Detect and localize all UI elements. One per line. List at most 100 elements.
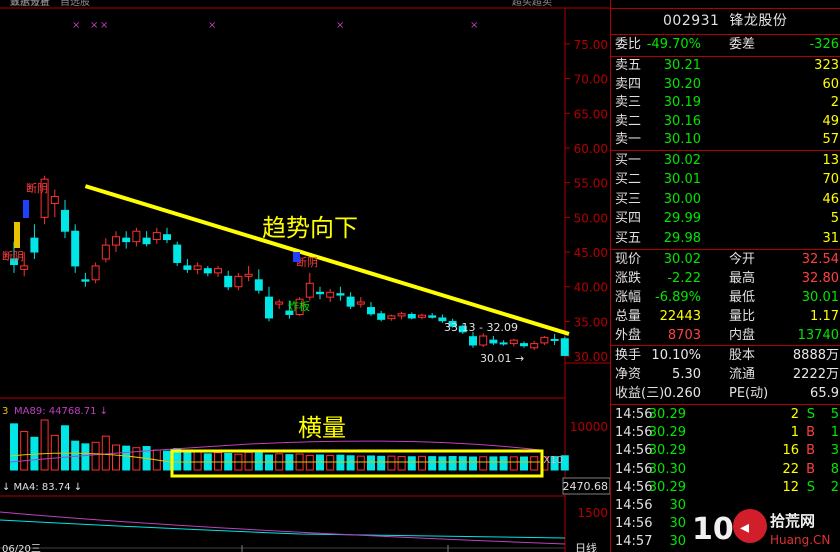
volume-bar	[40, 419, 49, 471]
quote-label: 最低	[729, 290, 756, 305]
event-marker: ×	[90, 20, 98, 31]
level-volume: 13	[822, 153, 839, 168]
price-tick-label: 55.00	[574, 177, 608, 191]
level-volume: 5	[830, 211, 839, 227]
vol-axis-x10: X10	[543, 455, 563, 466]
candle-body	[50, 196, 59, 204]
candle-body	[173, 244, 182, 263]
finance-row: 净资 5.30 流通 2222万	[611, 366, 840, 384]
candle-body	[81, 279, 90, 282]
candle-body	[560, 338, 569, 356]
level-volume: 2	[830, 95, 839, 111]
price-tick-label: 45.00	[574, 246, 608, 260]
tick-time: 14:56	[615, 443, 653, 459]
price-tick-label: 75.00	[574, 38, 608, 52]
volume-bar	[183, 451, 192, 471]
volume-bar	[214, 452, 222, 471]
volume-bar	[438, 456, 447, 471]
vol-axis-mid: 2470.68	[563, 480, 609, 493]
price-tick-label: 60.00	[574, 142, 608, 156]
tick-volume: 1	[790, 425, 799, 441]
volume-bar	[530, 456, 539, 471]
volume-bar	[479, 456, 488, 471]
level-label: 买一	[615, 153, 642, 168]
level-price: 30.20	[663, 76, 701, 92]
sell-level: 卖五 30.21 323	[611, 57, 840, 75]
volume-bar	[356, 455, 365, 471]
quote-value: 32.80	[801, 271, 839, 286]
volume-bar	[326, 455, 335, 471]
tick-direction: S	[806, 479, 815, 495]
blue-marker	[293, 252, 300, 262]
level-price: 30.10	[663, 132, 701, 148]
candle-body	[234, 275, 243, 288]
tick-time: 14:56	[615, 498, 653, 513]
candle-body	[326, 291, 335, 298]
quote-label: 今开	[729, 252, 756, 267]
level-price: 30.02	[663, 153, 701, 168]
volume-bar	[336, 454, 345, 471]
candle-body	[367, 307, 375, 315]
stock-code-name: 002931 锋龙股份	[663, 13, 788, 29]
finance-label: 流通	[729, 367, 756, 382]
volume-bar	[50, 434, 59, 471]
price-tick-label: 35.00	[574, 315, 608, 329]
weibi-row: 委比 -49.70% 委差 -326	[615, 37, 839, 52]
logo-domain: Huang.CN	[770, 533, 830, 547]
level-label: 卖五	[615, 58, 642, 73]
event-marker: ×	[100, 20, 108, 31]
level-price: 30.21	[663, 58, 701, 73]
candle-body	[407, 313, 416, 319]
quote-value: 13740	[797, 328, 839, 343]
tick-direction: B	[806, 461, 815, 477]
finance-value: 2222万	[792, 367, 839, 382]
candle-body	[163, 234, 171, 241]
level-label: 买五	[615, 230, 642, 246]
sell-level: 卖四 30.20 60	[611, 76, 840, 94]
period-label: 日线	[575, 541, 597, 552]
volume-bar	[509, 456, 518, 471]
volume-bar	[91, 441, 100, 471]
volume-bar	[71, 440, 80, 471]
candle-body	[214, 268, 222, 274]
candle-body	[183, 265, 192, 270]
tick-volume: 22	[782, 461, 799, 477]
candle-body	[20, 265, 29, 270]
price-tick-label: 40.00	[574, 281, 608, 295]
quote-label: 总量	[615, 309, 642, 324]
kline-chart[interactable]: 数据分析自选股显示设置超买超卖所属板块75.0070.0065.0060.005…	[0, 0, 610, 552]
candle-body	[489, 339, 498, 344]
candle-body	[377, 313, 386, 320]
tick-count: 2	[830, 479, 839, 495]
candle-body	[61, 209, 69, 232]
tick-row: 14:56 30.29 12 S 2	[611, 479, 840, 497]
volume-bar	[469, 456, 477, 471]
candle-body	[530, 343, 539, 349]
buy-level: 买四 29.99 5	[611, 210, 840, 228]
candle-body	[336, 293, 345, 296]
tick-count: 8	[830, 461, 839, 477]
tick-row: 14:56 30.30 22 B 8	[611, 461, 840, 479]
level-price: 30.19	[663, 95, 701, 111]
event-marker: ×	[208, 20, 216, 31]
finance-value: 0.260	[663, 386, 701, 401]
candle-body	[346, 296, 355, 307]
candle-body	[387, 315, 396, 320]
event-marker: ×	[470, 20, 478, 31]
candle-body	[469, 336, 477, 346]
quote-value: 30.01	[801, 290, 839, 305]
candle-body	[428, 315, 437, 318]
candle-body	[30, 237, 39, 253]
chart-bg	[0, 8, 610, 552]
quote-value: -2.22	[667, 271, 701, 286]
tick-volume: 2	[790, 407, 799, 422]
volume-bar	[244, 451, 253, 471]
candle-body	[550, 338, 559, 341]
vol-prefix: 3	[2, 406, 8, 417]
event-marker: ×	[72, 20, 80, 31]
quote-label: 外盘	[615, 328, 642, 343]
level-volume: 323	[814, 58, 839, 73]
level-volume: 46	[822, 191, 839, 207]
ma89-label: MA89: 44768.71 ↓	[14, 406, 108, 417]
site-logo: 10 ◂ 拾荒网 Huang.CN	[688, 504, 836, 548]
